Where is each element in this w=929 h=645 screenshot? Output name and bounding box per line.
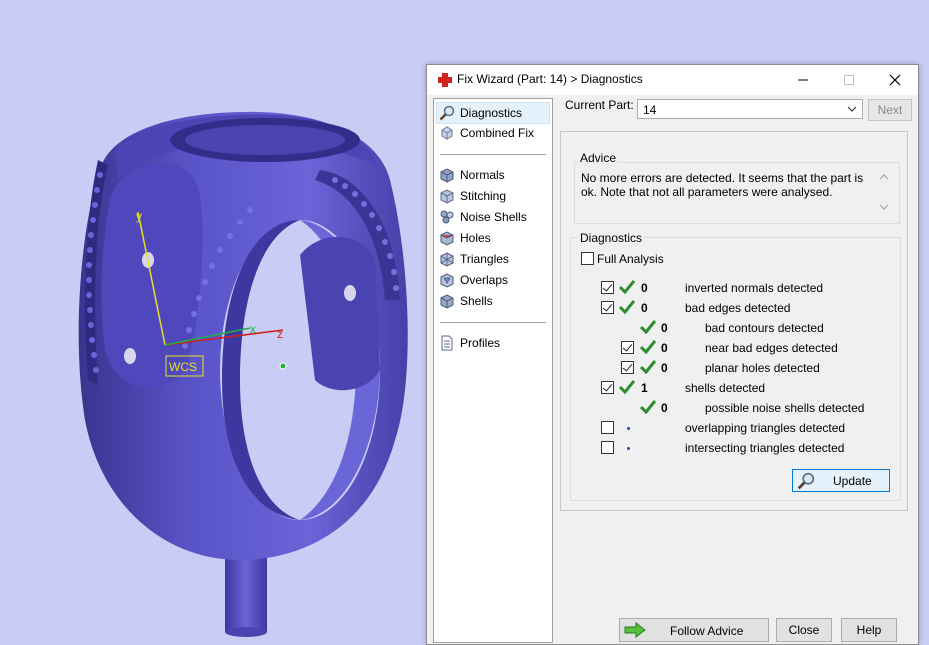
nav-item-label: Triangles	[460, 252, 509, 266]
diagnostic-count: 0	[641, 281, 648, 295]
cube-icon	[441, 126, 453, 140]
next-button[interactable]: Next	[868, 99, 912, 121]
check-mark-icon	[619, 380, 635, 395]
check-mark-icon	[619, 280, 635, 295]
diagnostic-count: 1	[641, 381, 648, 395]
current-part-label: Current Part:	[565, 98, 634, 112]
nav-item-label: Normals	[460, 168, 505, 182]
diagnostic-label: bad contours detected	[705, 321, 824, 335]
shells-icon	[440, 294, 454, 309]
advice-title: Advice	[578, 151, 619, 165]
chevron-down-icon	[847, 106, 857, 112]
nav-divider	[440, 154, 546, 155]
magnifier-icon	[439, 105, 455, 121]
diagnostic-label: inverted normals detected	[685, 281, 824, 295]
diagnostic-label: intersecting triangles detected	[685, 441, 845, 455]
nav-item-holes[interactable]: Holes	[437, 228, 549, 248]
wcs-label: WCS	[169, 360, 197, 374]
normals-icon	[440, 168, 454, 183]
full-analysis-checkbox[interactable]	[581, 252, 594, 265]
diagnostic-label: bad edges detected	[685, 301, 791, 315]
scroll-up-icon[interactable]	[879, 173, 889, 181]
help-button[interactable]: Help	[841, 618, 897, 642]
document-icon	[441, 335, 453, 351]
check-mark-icon	[640, 360, 656, 375]
nav-item-label: Overlaps	[460, 273, 509, 287]
check-mark-icon	[640, 340, 656, 355]
axis-z-label: z	[277, 327, 283, 341]
nav-item-label: Noise Shells	[460, 210, 527, 224]
diagnostic-count: 0	[661, 361, 668, 375]
diagnostic-count: 0	[661, 401, 668, 415]
pending-dot-icon	[627, 427, 630, 430]
close-icon	[889, 74, 901, 86]
near-bad-edges-checkbox[interactable]	[621, 341, 634, 354]
nav-item-label: Combined Fix	[460, 126, 535, 140]
axis-y-label: y	[136, 209, 142, 223]
minimize-button[interactable]	[780, 65, 826, 95]
nav-item-diagnostics[interactable]: Diagnostics	[436, 102, 550, 124]
close-button[interactable]: Close	[776, 618, 832, 642]
holes-icon	[440, 231, 454, 246]
diagnostic-label: planar holes detected	[705, 361, 820, 375]
nav-item-profiles[interactable]: Profiles	[437, 333, 549, 353]
nav-item-noise-shells[interactable]: Noise Shells	[437, 207, 549, 227]
diagnostic-label: overlapping triangles detected	[685, 421, 846, 435]
title-bar[interactable]: Fix Wizard (Part: 14) > Diagnostics	[427, 65, 918, 95]
diagnostic-label: shells detected	[685, 381, 766, 395]
nav-item-combined-fix[interactable]: Combined Fix	[437, 123, 549, 143]
nav-item-overlaps[interactable]: Overlaps	[437, 270, 549, 290]
check-mark-icon	[619, 300, 635, 315]
scroll-down-icon[interactable]	[879, 203, 889, 211]
follow-advice-button[interactable]: Follow Advice	[619, 618, 769, 642]
advice-text: No more errors are detected. It seems th…	[581, 171, 864, 199]
nav-item-stitching[interactable]: Stitching	[437, 186, 549, 206]
triangles-icon	[440, 252, 454, 267]
overlapping-triangles-checkbox[interactable]	[601, 421, 614, 434]
minimize-icon	[798, 79, 808, 81]
nav-item-label: Diagnostics	[460, 106, 523, 120]
nav-item-label: Shells	[460, 294, 493, 308]
update-label: Update	[833, 474, 872, 488]
nav-item-normals[interactable]: Normals	[437, 165, 549, 185]
follow-advice-label: Follow Advice	[670, 624, 744, 638]
bad-edges-checkbox[interactable]	[601, 301, 614, 314]
current-part-value: 14	[643, 103, 657, 117]
pending-dot-icon	[627, 447, 630, 450]
overlaps-icon	[440, 273, 454, 288]
diagnostic-count: 0	[641, 301, 648, 315]
close-window-button[interactable]	[872, 65, 918, 95]
nav-item-label: Holes	[460, 231, 491, 245]
shells-checkbox[interactable]	[601, 381, 614, 394]
diagnostic-count: 0	[661, 321, 668, 335]
check-mark-icon	[640, 320, 656, 335]
stitching-icon	[440, 189, 454, 204]
diagnostic-count: 0	[661, 341, 668, 355]
axis-x-label: x	[250, 322, 256, 336]
wizard-nav-panel: Diagnostics Combined Fix Normals Stitchi…	[433, 98, 553, 643]
current-part-dropdown[interactable]: 14	[637, 99, 863, 119]
planar-holes-checkbox[interactable]	[621, 361, 634, 374]
intersecting-triangles-checkbox[interactable]	[601, 441, 614, 454]
noise-shells-icon	[440, 210, 454, 224]
window-title: Fix Wizard (Part: 14) > Diagnostics	[457, 72, 643, 86]
maximize-button[interactable]	[826, 65, 872, 95]
nav-item-label: Stitching	[460, 189, 507, 203]
diagnostic-label: near bad edges detected	[705, 341, 838, 355]
update-button[interactable]: Update	[792, 469, 890, 492]
nav-divider	[440, 322, 546, 323]
inverted-normals-checkbox[interactable]	[601, 281, 614, 294]
nav-item-triangles[interactable]: Triangles	[437, 249, 549, 269]
diagnostics-title: Diagnostics	[578, 231, 645, 245]
diagnostic-label: possible noise shells detected	[705, 401, 865, 415]
arrow-right-icon	[624, 622, 646, 638]
magnifier-icon	[797, 472, 815, 490]
maximize-icon	[844, 75, 854, 85]
red-cross-icon	[438, 73, 452, 87]
full-analysis-label: Full Analysis	[597, 252, 664, 266]
check-mark-icon	[640, 400, 656, 415]
nav-item-shells[interactable]: Shells	[437, 291, 549, 311]
fix-wizard-dialog: Fix Wizard (Part: 14) > Diagnostics Diag…	[426, 64, 919, 645]
nav-item-label: Profiles	[460, 336, 501, 350]
